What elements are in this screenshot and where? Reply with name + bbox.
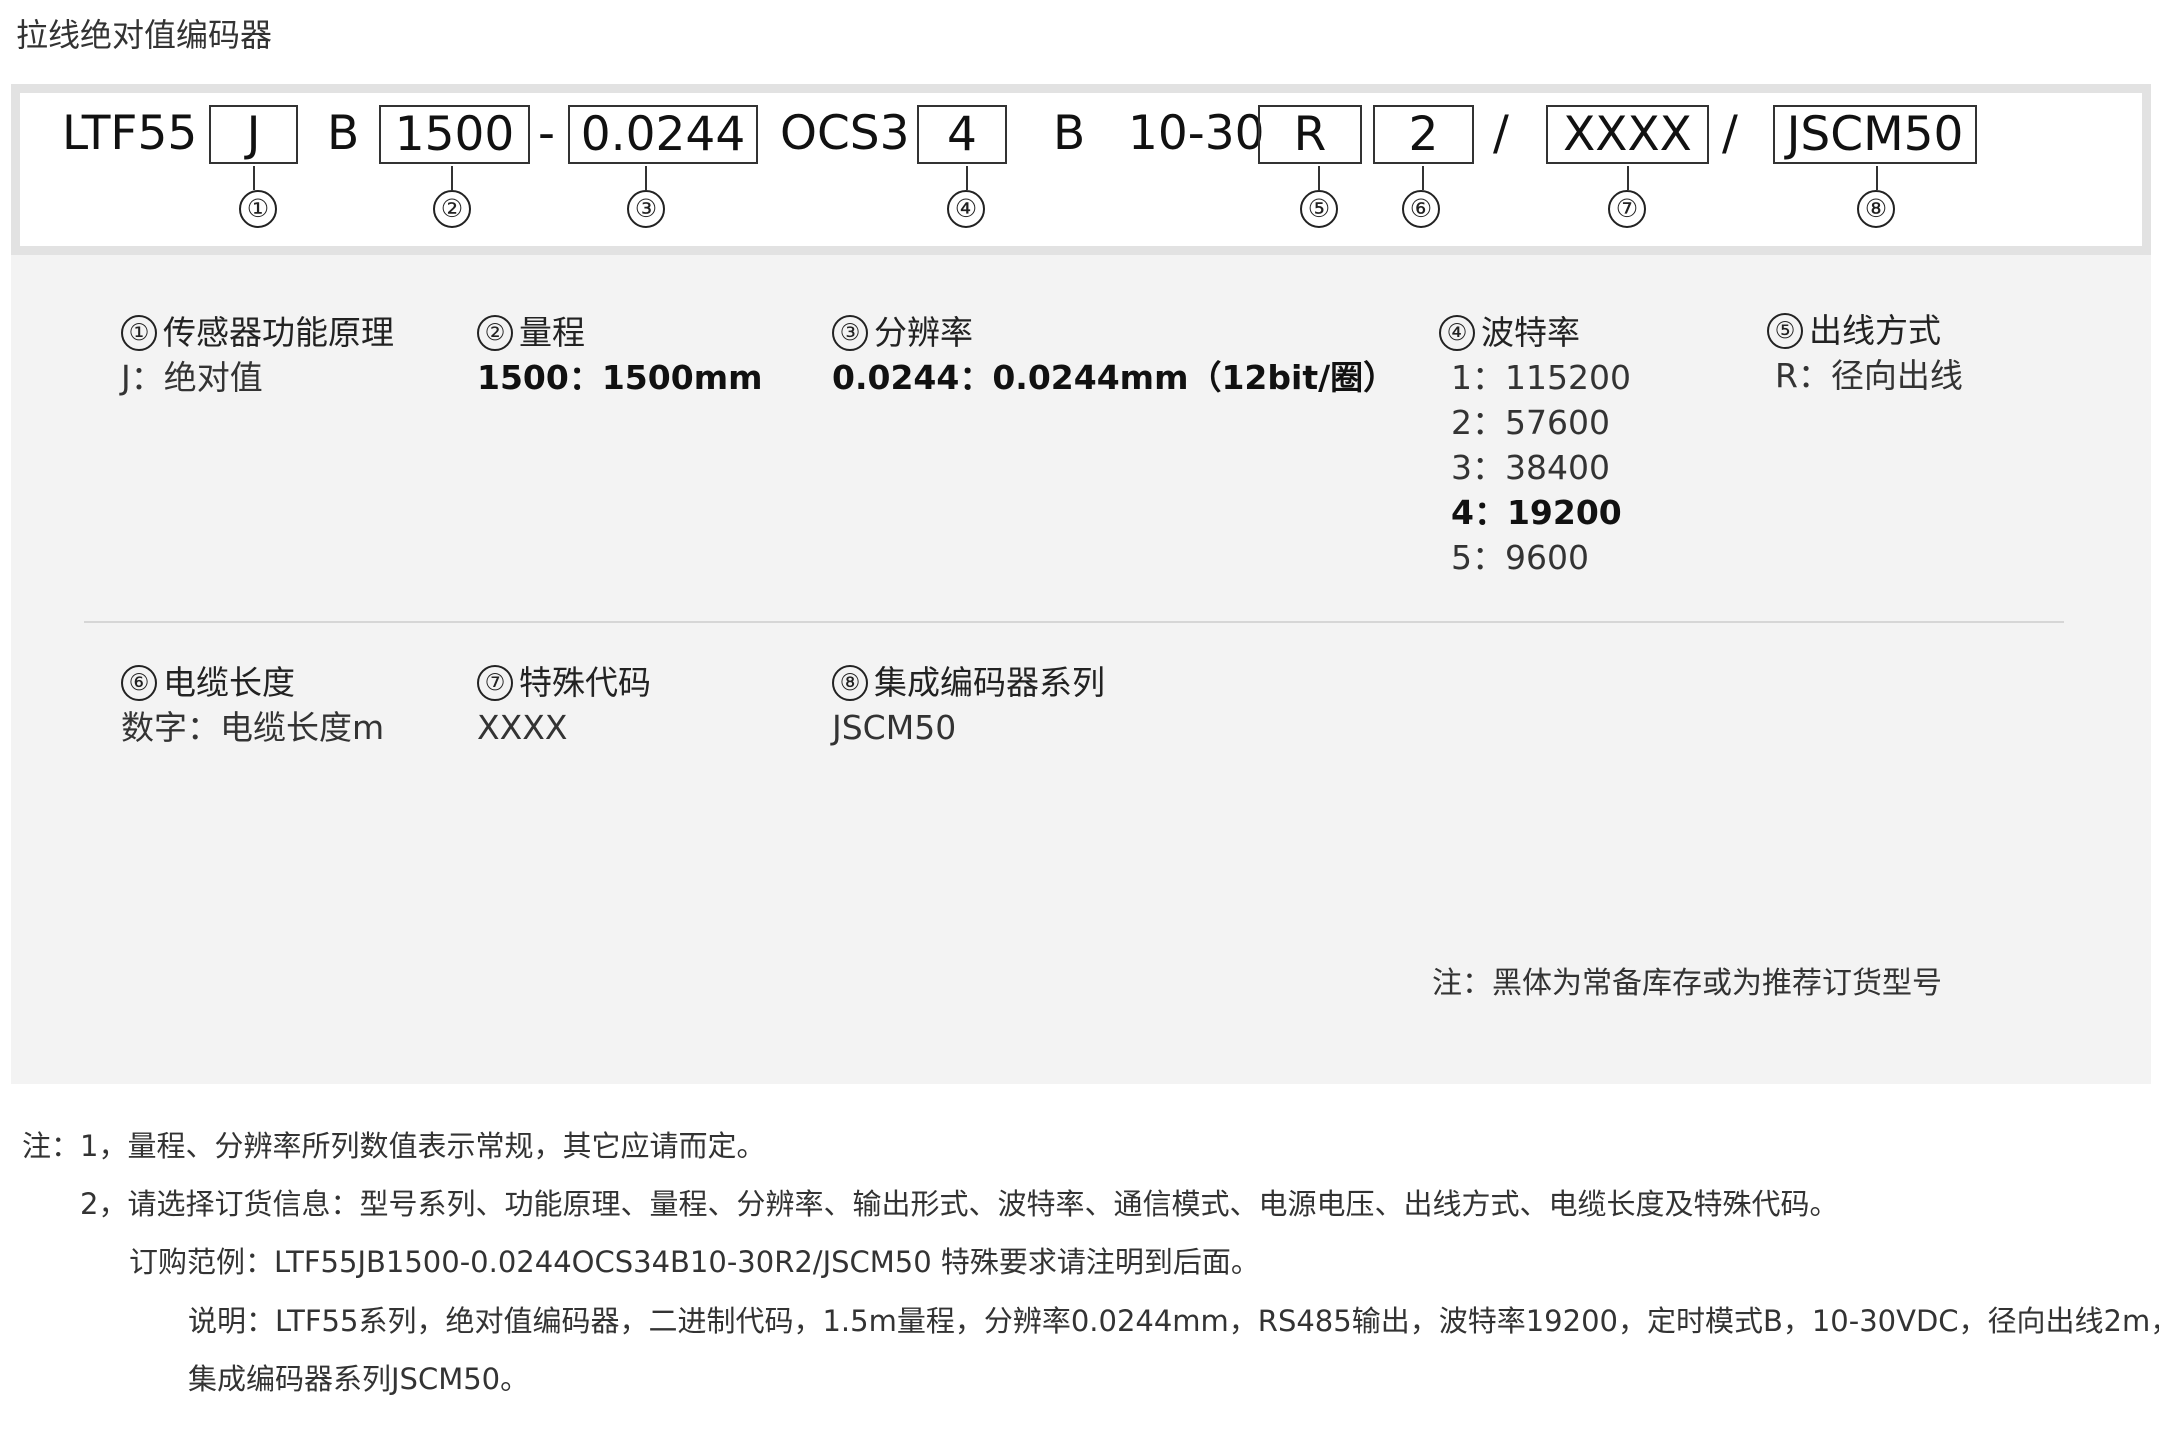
section-title: 传感器功能原理: [163, 313, 394, 352]
page-title: 拉线绝对值编码器: [16, 16, 273, 54]
legend-note: 注：黑体为常备库存或为推荐订货型号: [1432, 966, 1942, 1001]
marker-8: ⑧: [1857, 190, 1895, 228]
section-title: 出线方式: [1809, 311, 1941, 350]
model-prefix: LTF55: [62, 106, 198, 161]
marker-tick: [451, 166, 453, 190]
section-title: 分辨率: [874, 313, 973, 352]
section-principle: ① 传感器功能原理 J：绝对值: [121, 311, 394, 400]
section-number: ②: [477, 315, 513, 351]
marker-5: ⑤: [1300, 190, 1338, 228]
section-number: ⑧: [832, 665, 868, 701]
section-number: ④: [1439, 315, 1475, 351]
section-cable-length: ⑥ 电缆长度 数字：电缆长度m: [121, 661, 384, 750]
footnote-explanation-cont: 集成编码器系列JSCM50。: [188, 1362, 530, 1396]
option-line: R：径向出线: [1775, 356, 1963, 395]
marker-tick: [253, 166, 255, 190]
marker-tick: [1422, 166, 1424, 190]
code-box-resolution: 0.0244: [568, 105, 758, 164]
footnote-explanation: 说明：LTF55系列，绝对值编码器，二进制代码，1.5m量程，分辨率0.0244…: [188, 1304, 2159, 1338]
marker-2: ②: [433, 190, 471, 228]
section-heading: ④ 波特率: [1439, 311, 1631, 355]
option-line: 1：115200: [1451, 358, 1631, 397]
marker-tick: [645, 166, 647, 190]
section-number: ⑤: [1767, 313, 1803, 349]
marker-tick: [1876, 166, 1878, 190]
code-box-series: JSCM50: [1773, 105, 1977, 164]
marker-tick: [1627, 166, 1629, 190]
section-resolution: ③ 分辨率 0.0244：0.0244mm（12bit/圈）: [832, 311, 1396, 400]
marker-6: ⑥: [1402, 190, 1440, 228]
footnote-order-example: 订购范例：LTF55JB1500-0.0244OCS34B10-30R2/JSC…: [129, 1245, 1260, 1279]
model-sep-voltage: 10-30: [1128, 106, 1265, 161]
section-number: ⑦: [477, 665, 513, 701]
section-range: ② 量程 1500：1500mm: [477, 311, 762, 400]
option-line: 5：9600: [1451, 538, 1589, 577]
section-title: 集成编码器系列: [874, 663, 1105, 702]
model-sep-b2: B: [1053, 106, 1086, 161]
option-line: 数字：电缆长度m: [121, 708, 385, 747]
section-title: 电缆长度: [163, 663, 295, 702]
section-special-code: ⑦ 特殊代码 XXXX: [477, 661, 651, 750]
section-heading: ⑥ 电缆长度: [121, 661, 384, 705]
section-title: 量程: [519, 313, 585, 352]
section-encoder-series: ⑧ 集成编码器系列 JSCM50: [832, 661, 1105, 750]
section-divider: [84, 621, 2064, 623]
section-number: ③: [832, 315, 868, 351]
code-box-principle: J: [209, 105, 298, 164]
section-baud-rate: ④ 波特率 1：115200 2：57600 3：38400 4：19200 5…: [1439, 311, 1631, 580]
footnote-1: 注：1，量程、分辨率所列数值表示常规，其它应请而定。: [22, 1129, 766, 1163]
option-line: 2：57600: [1451, 403, 1610, 442]
section-title: 波特率: [1481, 313, 1580, 352]
footnote-2: 2，请选择订货信息：型号系列、功能原理、量程、分辨率、输出形式、波特率、通信模式…: [80, 1187, 1839, 1221]
section-heading: ⑧ 集成编码器系列: [832, 661, 1105, 705]
model-slash-1: /: [1493, 106, 1509, 161]
marker-7: ⑦: [1608, 190, 1646, 228]
section-heading: ⑦ 特殊代码: [477, 661, 651, 705]
option-line: J：绝对值: [121, 358, 263, 397]
marker-tick: [966, 166, 968, 190]
option-line-recommended: 0.0244：0.0244mm（12bit/圈）: [832, 358, 1397, 397]
section-heading: ⑤ 出线方式: [1767, 309, 1963, 353]
section-heading: ③ 分辨率: [832, 311, 1396, 355]
model-sep-b1: B: [327, 106, 360, 161]
code-box-baud: 4: [917, 105, 1007, 164]
marker-4: ④: [947, 190, 985, 228]
model-slash-2: /: [1722, 106, 1738, 161]
marker-3: ③: [627, 190, 665, 228]
code-box-range: 1500: [379, 105, 530, 164]
code-box-cable: 2: [1373, 105, 1474, 164]
code-box-outlet: R: [1258, 105, 1362, 164]
code-box-special: XXXX: [1546, 105, 1709, 164]
section-outlet: ⑤ 出线方式 R：径向出线: [1767, 309, 1963, 398]
section-heading: ① 传感器功能原理: [121, 311, 394, 355]
section-number: ⑥: [121, 665, 157, 701]
option-line-recommended: 4：19200: [1451, 493, 1622, 532]
model-dash: -: [538, 106, 555, 161]
marker-tick: [1318, 166, 1320, 190]
option-line: JSCM50: [832, 708, 957, 747]
option-line-recommended: 1500：1500mm: [477, 358, 763, 397]
section-title: 特殊代码: [519, 663, 651, 702]
section-heading: ② 量程: [477, 311, 762, 355]
option-line: 3：38400: [1451, 448, 1610, 487]
marker-1: ①: [239, 190, 277, 228]
section-number: ①: [121, 315, 157, 351]
option-line: XXXX: [477, 708, 568, 747]
model-sep-ocs: OCS3: [780, 106, 910, 161]
